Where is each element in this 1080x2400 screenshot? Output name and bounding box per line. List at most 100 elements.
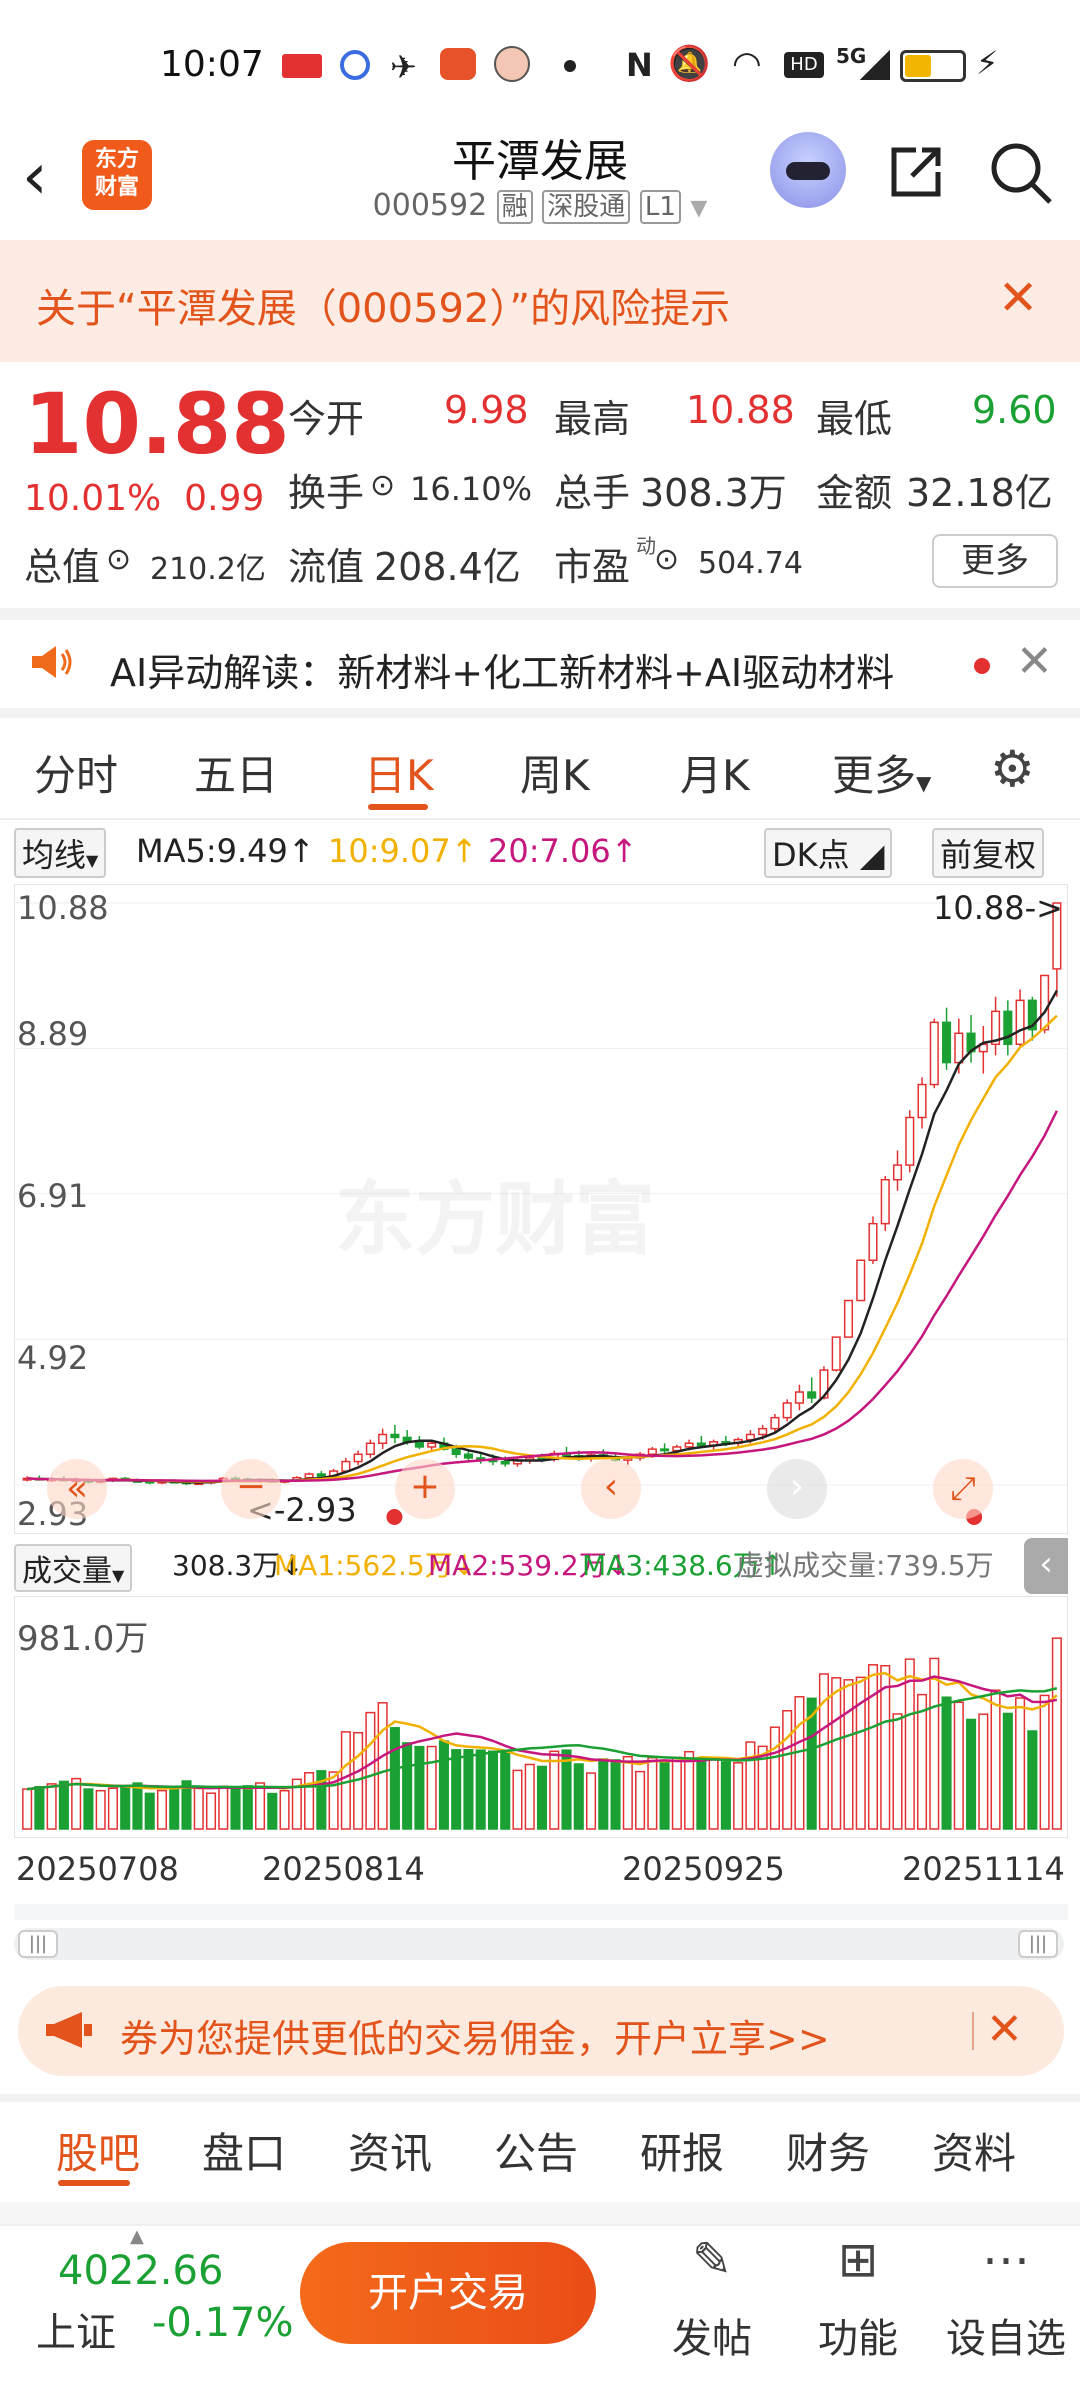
candle <box>660 1448 670 1452</box>
volume-bar <box>696 1758 707 1830</box>
volume-bar <box>843 1679 854 1830</box>
index-change[interactable]: -0.17% <box>152 2300 294 2346</box>
volume-bar <box>83 1788 94 1830</box>
ai-analysis-text[interactable]: AI异动解读：新材料+化工新材料+AI驱动材料 <box>110 642 894 697</box>
open-label: 今开 <box>288 397 365 441</box>
volume-bar <box>524 1763 535 1830</box>
unread-dot <box>974 658 990 674</box>
battery-level <box>905 55 931 77</box>
candle <box>316 1473 326 1477</box>
megaphone-icon <box>44 2010 94 2054</box>
volume-bar <box>402 1742 413 1830</box>
back-button[interactable]: ‹ <box>22 140 48 214</box>
volume-selector[interactable]: 成交量▼ <box>14 1544 133 1592</box>
dot-icon <box>564 60 576 72</box>
ma-selector[interactable]: 均线▼ <box>14 828 107 878</box>
last-price-tag: 10.88-> <box>933 889 1063 927</box>
function-button[interactable]: 功能 <box>793 2306 923 2364</box>
range-handle-left[interactable]: ||| <box>18 1930 58 1958</box>
more-button[interactable]: 更多 <box>932 534 1058 588</box>
volume-bar <box>1015 1697 1026 1830</box>
scroll-bg <box>14 1904 1068 1920</box>
baidu-icon <box>340 50 370 80</box>
volume-bar <box>635 1770 646 1830</box>
volume-value: 308.3万 <box>640 471 787 515</box>
candle <box>378 1433 388 1445</box>
prev-icon[interactable]: ‹ <box>581 1459 641 1519</box>
tab-more[interactable]: 更多▼ <box>832 742 931 803</box>
current-price: 10.88 <box>24 375 290 473</box>
volume-bar <box>156 1789 168 1830</box>
tab-announcements[interactable]: 公告 <box>494 2120 578 2181</box>
volume-bar <box>867 1664 879 1830</box>
close-icon[interactable]: ✕ <box>1016 636 1053 687</box>
info-icon[interactable]: ⊙ <box>106 542 131 577</box>
date-label-1: 20250708 <box>16 1850 179 1888</box>
ma20-value: 20:7.06↑ <box>488 832 638 870</box>
search-icon[interactable] <box>988 140 1054 206</box>
grid-icon[interactable]: ⊞ <box>818 2232 898 2296</box>
tab-financials[interactable]: 财务 <box>786 2120 870 2181</box>
volume-y-label: 981.0万 <box>17 1619 149 1659</box>
share-icon[interactable] <box>886 142 946 202</box>
open-account-trade-button[interactable]: 开户交易 <box>300 2242 596 2344</box>
tab-profile[interactable]: 资料 <box>932 2120 1016 2181</box>
y-label-2: 8.89 <box>17 1015 89 1053</box>
candle <box>696 1442 706 1447</box>
tab-intraday[interactable]: 分时 <box>34 742 118 803</box>
tab-daily-k[interactable]: 日K <box>364 742 434 803</box>
fullscreen-icon[interactable]: ⤢ <box>933 1459 993 1519</box>
chevron-up-icon[interactable]: ▲ <box>130 2226 144 2247</box>
info-icon[interactable]: ⊙ <box>654 542 679 577</box>
volume-chart[interactable]: 981.0万 <box>14 1596 1068 1838</box>
add-watchlist-button[interactable]: 设自选 <box>941 2306 1071 2364</box>
date-label-3: 20250925 <box>622 1850 785 1888</box>
range-handle-right[interactable]: ||| <box>1018 1930 1058 1958</box>
vol-ma2-text: MA2:539.2万 <box>428 1549 607 1582</box>
stock-subtitle[interactable]: 000592 融 深股通 L1 ▼ <box>330 186 750 224</box>
zoom-in-icon[interactable]: + <box>395 1459 455 1519</box>
volume-bar <box>733 1762 744 1830</box>
collapse-panel-icon[interactable]: ‹ <box>1024 1538 1068 1594</box>
event-marker[interactable] <box>386 1509 403 1525</box>
adjust-button[interactable]: 前复权 <box>932 828 1045 878</box>
info-icon[interactable]: ⊙ <box>370 468 395 503</box>
tab-forum[interactable]: 股吧 <box>56 2120 140 2181</box>
close-icon[interactable]: ✕ <box>998 270 1038 326</box>
volume-bar <box>585 1772 597 1830</box>
dk-button[interactable]: DK点 ◢ <box>764 828 893 878</box>
scroll-left-icon[interactable]: « <box>47 1459 107 1519</box>
tab-news[interactable]: 资讯 <box>348 2120 432 2181</box>
promo-divider <box>972 2012 974 2050</box>
ma10-value: 10:9.07↑ <box>328 832 478 870</box>
amount-value: 32.18亿 <box>906 471 1053 515</box>
range-slider[interactable] <box>14 1928 1064 1960</box>
turnover-label: 换手 <box>288 471 365 515</box>
post-button[interactable]: 发帖 <box>647 2306 777 2364</box>
edit-icon[interactable]: ✎ <box>672 2232 752 2296</box>
volume-bar <box>58 1780 69 1830</box>
kline-chart[interactable]: 东方财富 10.88 8.89 6.91 4.92 2.93 10.88-> <… <box>14 884 1069 1534</box>
y-label-3: 6.91 <box>17 1177 89 1215</box>
zoom-out-icon[interactable]: − <box>221 1459 281 1519</box>
tab-weekly-k[interactable]: 周K <box>520 742 590 803</box>
stock-code: 000592 <box>372 188 488 223</box>
index-value[interactable]: 4022.66 <box>58 2248 223 2294</box>
gear-icon[interactable]: ⚙ <box>990 740 1035 798</box>
tab-research[interactable]: 研报 <box>640 2120 724 2181</box>
volume-bar <box>169 1787 180 1830</box>
vol-ma1-text: MA1:562.5万 <box>274 1549 453 1582</box>
tab-orderbook[interactable]: 盘口 <box>202 2120 286 2181</box>
volume-bar <box>242 1785 253 1830</box>
change-pct: 10.01% <box>24 478 162 519</box>
tab-five-day[interactable]: 五日 <box>194 742 278 803</box>
volume-bar <box>132 1782 143 1830</box>
volume-bar <box>426 1745 437 1830</box>
close-icon[interactable]: ✕ <box>986 2004 1023 2055</box>
high-label: 最高 <box>554 397 631 441</box>
volume-bar <box>941 1696 952 1830</box>
tab-monthly-k[interactable]: 月K <box>680 742 750 803</box>
index-name[interactable]: 上证 <box>36 2300 116 2358</box>
more-dots-icon[interactable]: ⋯ <box>966 2232 1046 2296</box>
next-icon[interactable]: › <box>767 1459 827 1519</box>
